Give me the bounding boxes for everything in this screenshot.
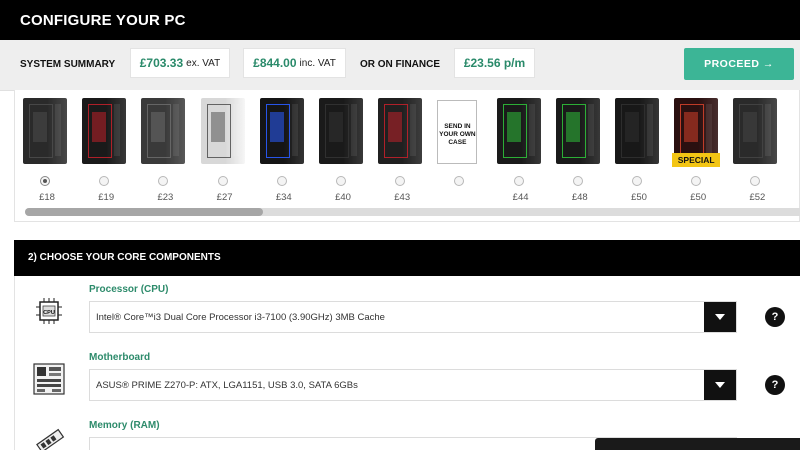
- case-radio[interactable]: [454, 176, 465, 186]
- case-price: £18: [39, 192, 55, 203]
- case-radio[interactable]: [158, 176, 169, 186]
- core-components-title: 2) CHOOSE YOUR CORE COMPONENTS: [28, 252, 221, 263]
- case-image[interactable]: [378, 98, 423, 164]
- price-ex-vat-suffix: ex. VAT: [186, 57, 221, 69]
- case-radio[interactable]: [99, 176, 110, 186]
- price-inc-vat: £844.00 inc. VAT: [243, 48, 346, 78]
- case-image[interactable]: [733, 98, 778, 164]
- case-image[interactable]: [319, 98, 363, 164]
- case-price: £27: [216, 192, 233, 203]
- case-price: £50: [690, 192, 707, 203]
- price-ex-vat-value: £703.33: [139, 56, 184, 70]
- case-radio[interactable]: [513, 176, 524, 186]
- ram-icon: [36, 428, 65, 450]
- case-price: £44: [512, 192, 529, 203]
- price-ex-vat: £703.33 ex. VAT: [130, 48, 230, 78]
- motherboard-label: Motherboard: [89, 352, 151, 363]
- case-radio[interactable]: [395, 176, 406, 186]
- case-radio[interactable]: [572, 176, 583, 186]
- case-price: £23: [157, 192, 174, 203]
- case-scrollbar-thumb[interactable]: [25, 208, 263, 216]
- finance-price-value: £23.56 p/m: [463, 56, 526, 70]
- case-price: £40: [335, 192, 351, 203]
- case-selector: £18 £19 £23 £27 £34 £40 £43 SEND IN YOUR OWN CA…: [14, 90, 800, 222]
- system-summary-bar: SYSTEM SUMMARY £703.33 ex. VAT £844.00 i…: [0, 40, 800, 91]
- send-own-case-image[interactable]: SEND IN YOUR OWN CASE: [437, 100, 478, 164]
- cpu-icon: CPU: [36, 298, 62, 324]
- case-price: £34: [275, 192, 292, 203]
- page-title: CONFIGURE YOUR PC: [20, 12, 186, 29]
- finance-label: OR ON FINANCE: [360, 59, 440, 70]
- motherboard-select-value: ASUS® PRIME Z270-P: ATX, LGA1151, USB 3.…: [96, 380, 358, 391]
- chevron-down-icon[interactable]: [704, 302, 736, 332]
- motherboard-help-icon[interactable]: ?: [765, 375, 785, 395]
- case-image[interactable]: [82, 98, 127, 164]
- proceed-button[interactable]: PROCEED →: [684, 48, 794, 80]
- finance-price: £23.56 p/m: [454, 48, 535, 78]
- system-summary-label: SYSTEM SUMMARY: [20, 59, 116, 70]
- case-radio[interactable]: [632, 176, 642, 186]
- case-radio[interactable]: [40, 176, 50, 186]
- special-badge: SPECIAL: [672, 153, 721, 167]
- case-image[interactable]: [23, 98, 67, 164]
- case-radio[interactable]: [217, 176, 228, 186]
- motherboard-icon: [33, 363, 65, 395]
- case-price: £43: [394, 192, 411, 203]
- core-components-header: 2) CHOOSE YOUR CORE COMPONENTS: [14, 240, 800, 276]
- page-header: CONFIGURE YOUR PC: [0, 0, 800, 40]
- case-image[interactable]: [141, 98, 186, 164]
- cpu-help-icon[interactable]: ?: [765, 307, 785, 327]
- case-price: £50: [631, 192, 647, 203]
- case-price: £19: [98, 192, 115, 203]
- svg-text:CPU: CPU: [43, 310, 55, 316]
- cpu-select-value: Intel® Core™i3 Dual Core Processor i3-71…: [96, 312, 385, 323]
- case-radio[interactable]: [336, 176, 346, 186]
- case-radio[interactable]: [276, 176, 287, 186]
- case-radio[interactable]: [691, 176, 702, 186]
- case-image[interactable]: [200, 98, 245, 164]
- price-inc-vat-value: £844.00: [253, 56, 297, 70]
- motherboard-select[interactable]: ASUS® PRIME Z270-P: ATX, LGA1151, USB 3.…: [89, 369, 737, 401]
- chevron-down-icon[interactable]: [704, 370, 736, 400]
- price-inc-vat-suffix: inc. VAT: [299, 57, 336, 69]
- case-image[interactable]: [555, 98, 600, 164]
- cpu-select[interactable]: Intel® Core™i3 Dual Core Processor i3-71…: [89, 301, 737, 333]
- case-price: £52: [749, 192, 766, 203]
- case-image[interactable]: [615, 98, 659, 164]
- case-image[interactable]: [259, 98, 304, 164]
- cpu-label: Processor (CPU): [89, 284, 169, 295]
- memory-label: Memory (RAM): [89, 420, 160, 431]
- chat-widget-tab[interactable]: [595, 438, 800, 450]
- case-image[interactable]: [496, 98, 541, 164]
- case-radio[interactable]: [750, 176, 761, 186]
- case-price: £48: [571, 192, 588, 203]
